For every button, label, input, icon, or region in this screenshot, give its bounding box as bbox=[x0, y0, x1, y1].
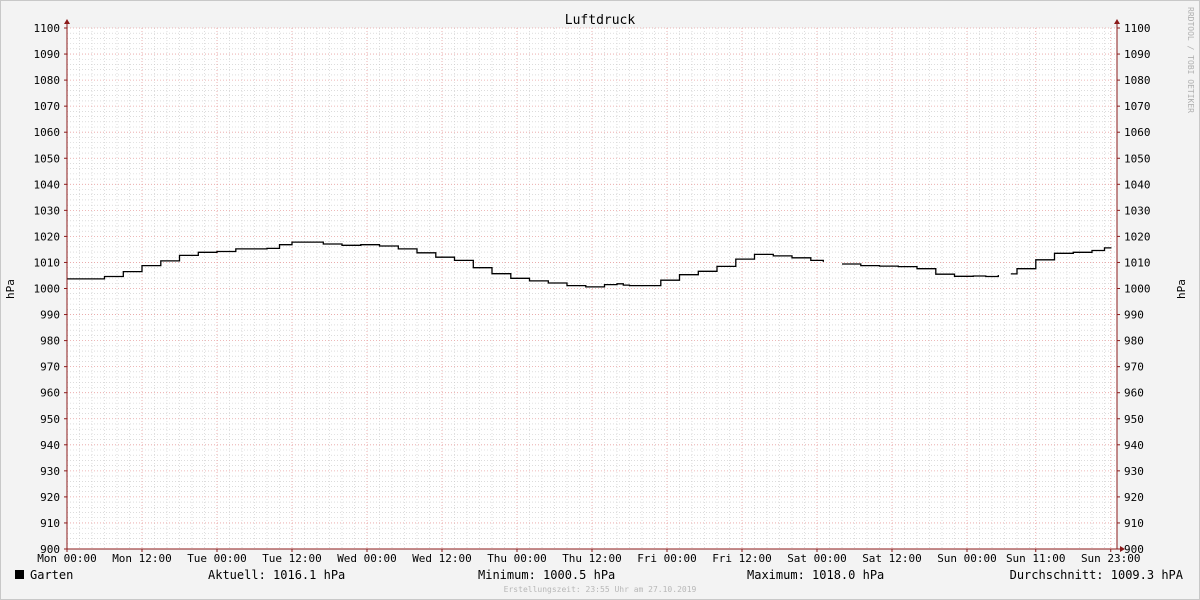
y-tick-label-right: 910 bbox=[1124, 517, 1144, 530]
x-tick-label: Sun 11:00 bbox=[1006, 552, 1066, 565]
y-tick-label-left: 920 bbox=[40, 491, 60, 504]
x-tick-label: Sun 00:00 bbox=[937, 552, 997, 565]
y-tick-label-right: 1050 bbox=[1124, 152, 1151, 165]
x-tick-label: Sat 00:00 bbox=[787, 552, 847, 565]
y-tick-label-right: 1010 bbox=[1124, 256, 1151, 269]
y-tick-label-right: 930 bbox=[1124, 465, 1144, 478]
y-tick-label-right: 970 bbox=[1124, 361, 1144, 374]
y-tick-label-left: 990 bbox=[40, 309, 60, 322]
x-tick-label: Sun 23:00 bbox=[1081, 552, 1141, 565]
y-tick-label-left: 1100 bbox=[34, 22, 61, 35]
stat-average: Durchschnitt: 1009.3 hPA bbox=[1010, 568, 1184, 582]
y-tick-label-right: 1080 bbox=[1124, 74, 1151, 87]
y-tick-label-left: 940 bbox=[40, 439, 60, 452]
stat-minimum-value: 1000.5 hPa bbox=[543, 568, 615, 582]
y-tick-label-right: 1000 bbox=[1124, 283, 1151, 296]
y-tick-label-left: 970 bbox=[40, 361, 60, 374]
y-tick-label-left: 1020 bbox=[34, 230, 61, 243]
stat-current-label: Aktuell: bbox=[208, 568, 266, 582]
stat-minimum-label: Minimum: bbox=[478, 568, 536, 582]
y-tick-label-left: 1060 bbox=[34, 126, 61, 139]
y-tick-label-right: 1070 bbox=[1124, 100, 1151, 113]
chart-root: 900 900 910 910 920 920 930 930 940 940 950 950 960 9… bbox=[0, 0, 1200, 600]
y-tick-label-left: 1080 bbox=[34, 74, 61, 87]
stat-average-label: Durchschnitt: bbox=[1010, 568, 1104, 582]
y-tick-label-right: 1040 bbox=[1124, 178, 1151, 191]
y-tick-label-right: 1030 bbox=[1124, 204, 1151, 217]
x-tick-label: Thu 00:00 bbox=[487, 552, 547, 565]
y-tick-label-left: 930 bbox=[40, 465, 60, 478]
x-tick-label: Tue 12:00 bbox=[262, 552, 322, 565]
y-tick-label-left: 1070 bbox=[34, 100, 61, 113]
y-tick-label-left: 960 bbox=[40, 387, 60, 400]
y-tick-label-left: 1030 bbox=[34, 204, 61, 217]
y-axis-label-left: hPa bbox=[4, 279, 17, 299]
stat-maximum-label: Maximum: bbox=[747, 568, 805, 582]
x-tick-label: Mon 12:00 bbox=[112, 552, 172, 565]
footer-timestamp: Erstellungszeit: 23:55 Uhr am 27.10.2019 bbox=[504, 585, 697, 594]
y-tick-label-left: 950 bbox=[40, 413, 60, 426]
y-tick-label-left: 980 bbox=[40, 335, 60, 348]
y-tick-label-right: 980 bbox=[1124, 335, 1144, 348]
y-tick-label-left: 1010 bbox=[34, 256, 61, 269]
y-tick-label-right: 960 bbox=[1124, 387, 1144, 400]
y-axis-label-right: hPa bbox=[1175, 279, 1188, 299]
x-tick-label: Tue 00:00 bbox=[187, 552, 247, 565]
x-tick-label: Fri 00:00 bbox=[637, 552, 697, 565]
y-tick-label-left: 910 bbox=[40, 517, 60, 530]
y-tick-label-left: 1040 bbox=[34, 178, 61, 191]
x-tick-label: Thu 12:00 bbox=[562, 552, 622, 565]
y-tick-label-left: 1090 bbox=[34, 48, 61, 61]
stat-current-value: 1016.1 hPa bbox=[273, 568, 345, 582]
x-tick-label: Sat 12:00 bbox=[862, 552, 922, 565]
stat-maximum-value: 1018.0 hPa bbox=[812, 568, 884, 582]
x-tick-label: Wed 12:00 bbox=[412, 552, 472, 565]
stat-current: Aktuell: 1016.1 hPa bbox=[208, 568, 345, 582]
stat-minimum: Minimum: 1000.5 hPa bbox=[478, 568, 615, 582]
y-tick-label-right: 1100 bbox=[1124, 22, 1151, 35]
stat-maximum: Maximum: 1018.0 hPa bbox=[747, 568, 884, 582]
y-tick-label-left: 1050 bbox=[34, 152, 61, 165]
y-tick-label-right: 940 bbox=[1124, 439, 1144, 452]
y-tick-label-right: 1090 bbox=[1124, 48, 1151, 61]
x-tick-label: Mon 00:00 bbox=[37, 552, 97, 565]
y-tick-label-right: 1020 bbox=[1124, 230, 1151, 243]
stat-average-value: 1009.3 hPA bbox=[1111, 568, 1184, 582]
y-tick-label-right: 950 bbox=[1124, 413, 1144, 426]
chart-svg: 900 900910 910920 920930 930940 940950 950960 9… bbox=[0, 0, 1200, 600]
legend-swatch-garten bbox=[15, 570, 24, 579]
y-tick-label-right: 920 bbox=[1124, 491, 1144, 504]
legend-label-garten: Garten bbox=[30, 568, 73, 582]
y-tick-label-right: 990 bbox=[1124, 309, 1144, 322]
x-tick-label: Wed 00:00 bbox=[337, 552, 397, 565]
y-tick-label-right: 1060 bbox=[1124, 126, 1151, 139]
y-tick-label-left: 1000 bbox=[34, 283, 61, 296]
watermark: RRDTOOL / TOBI OETIKER bbox=[1186, 7, 1195, 113]
x-tick-label: Fri 12:00 bbox=[712, 552, 772, 565]
chart-title: Luftdruck bbox=[565, 13, 636, 28]
